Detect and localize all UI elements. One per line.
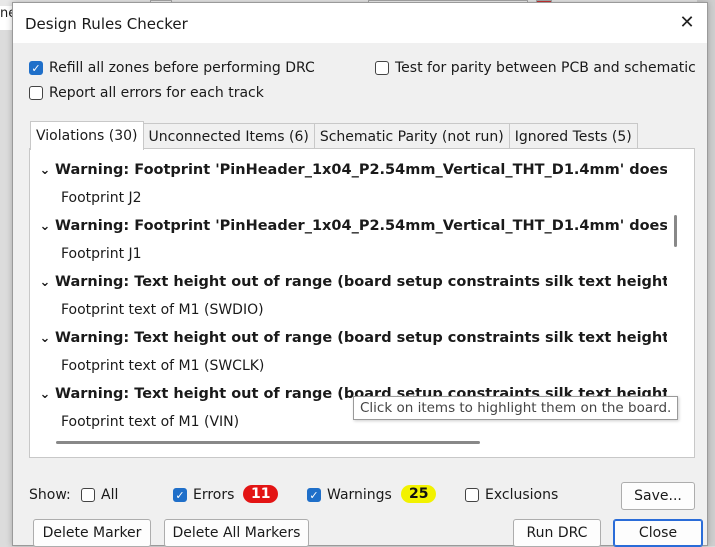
filter-exclusions-checkbox[interactable]: Exclusions — [465, 487, 558, 503]
tab-ignored-tests[interactable]: Ignored Tests (5) — [508, 123, 638, 150]
chevron-down-icon[interactable]: ⌄ — [35, 157, 55, 184]
violation-item[interactable]: Footprint J2 — [35, 184, 667, 212]
tooltip: Click on items to highlight them on the … — [353, 396, 679, 420]
violation-text: Warning: Text height out of range (board… — [55, 330, 667, 346]
checkmark-icon: ✓ — [173, 488, 187, 502]
report-all-errors-label: Report all errors for each track — [49, 85, 264, 101]
filter-errors-label: Errors — [193, 487, 235, 503]
tab-schematic-parity[interactable]: Schematic Parity (not run) — [313, 123, 510, 150]
error-count-badge: 11 — [243, 485, 279, 503]
show-label: Show: — [29, 487, 71, 503]
violation-text: Warning: Footprint 'PinHeader_1x04_P2.54… — [55, 218, 667, 234]
violation-item[interactable]: Footprint J1 — [35, 240, 667, 268]
close-icon[interactable]: ✕ — [677, 13, 697, 33]
checkbox-box — [81, 488, 95, 502]
tab-unconnected-items[interactable]: Unconnected Items (6) — [142, 123, 315, 150]
checkmark-icon: ✓ — [29, 61, 43, 75]
chevron-down-icon[interactable]: ⌄ — [35, 381, 55, 408]
violation-row[interactable]: ⌄ Warning: Footprint 'PinHeader_1x04_P2.5… — [35, 212, 667, 240]
violation-row[interactable]: ⌄ Warning: Text height out of range (boar… — [35, 268, 667, 296]
refill-zones-label: Refill all zones before performing DRC — [49, 60, 315, 76]
violation-text: Warning: Text height out of range (board… — [55, 274, 667, 290]
checkmark-icon: ✓ — [307, 488, 321, 502]
chevron-down-icon[interactable]: ⌄ — [35, 325, 55, 352]
run-drc-button[interactable]: Run DRC — [513, 519, 601, 547]
filter-errors-checkbox[interactable]: ✓ Errors — [173, 487, 234, 503]
violation-row[interactable]: ⌄ Warning: Text height out of range (boar… — [35, 324, 667, 352]
warning-count-badge: 25 — [401, 485, 437, 503]
filter-all-checkbox[interactable]: All — [81, 487, 118, 503]
vertical-scrollbar[interactable] — [674, 215, 677, 247]
checkbox-box — [29, 86, 43, 100]
report-all-errors-checkbox[interactable]: Report all errors for each track — [29, 85, 264, 101]
test-parity-label: Test for parity between PCB and schemati… — [395, 60, 696, 76]
horizontal-scrollbar[interactable] — [56, 441, 480, 444]
tab-violations[interactable]: Violations (30) — [30, 121, 144, 150]
filter-warnings-label: Warnings — [327, 487, 392, 503]
checkbox-box — [375, 61, 389, 75]
violation-item[interactable]: Footprint text of M1 (SWDIO) — [35, 296, 667, 324]
chevron-down-icon[interactable]: ⌄ — [35, 213, 55, 240]
filter-warnings-checkbox[interactable]: ✓ Warnings — [307, 487, 392, 503]
violation-text: Warning: Footprint 'PinHeader_1x04_P2.54… — [55, 162, 667, 178]
checkbox-box — [465, 488, 479, 502]
filter-all-label: All — [101, 487, 119, 503]
save-button[interactable]: Save... — [621, 482, 695, 510]
filter-exclusions-label: Exclusions — [485, 487, 559, 503]
refill-zones-checkbox[interactable]: ✓ Refill all zones before performing DRC — [29, 60, 315, 76]
violation-row[interactable]: ⌄ Warning: Footprint 'PinHeader_1x04_P2.5… — [35, 156, 667, 184]
dialog-title: Design Rules Checker — [25, 15, 188, 33]
test-parity-checkbox[interactable]: Test for parity between PCB and schemati… — [375, 60, 696, 76]
title-bar: Design Rules Checker ✕ — [13, 3, 707, 44]
delete-marker-button[interactable]: Delete Marker — [33, 519, 151, 547]
chevron-down-icon[interactable]: ⌄ — [35, 269, 55, 296]
drc-dialog: Design Rules Checker ✕ ✓ Refill all zone… — [12, 2, 708, 547]
delete-all-markers-button[interactable]: Delete All Markers — [164, 519, 309, 547]
violation-item[interactable]: Footprint text of M1 (SWCLK) — [35, 352, 667, 380]
close-button[interactable]: Close — [613, 519, 703, 547]
tab-bar: Violations (30) Unconnected Items (6) Sc… — [30, 121, 638, 150]
